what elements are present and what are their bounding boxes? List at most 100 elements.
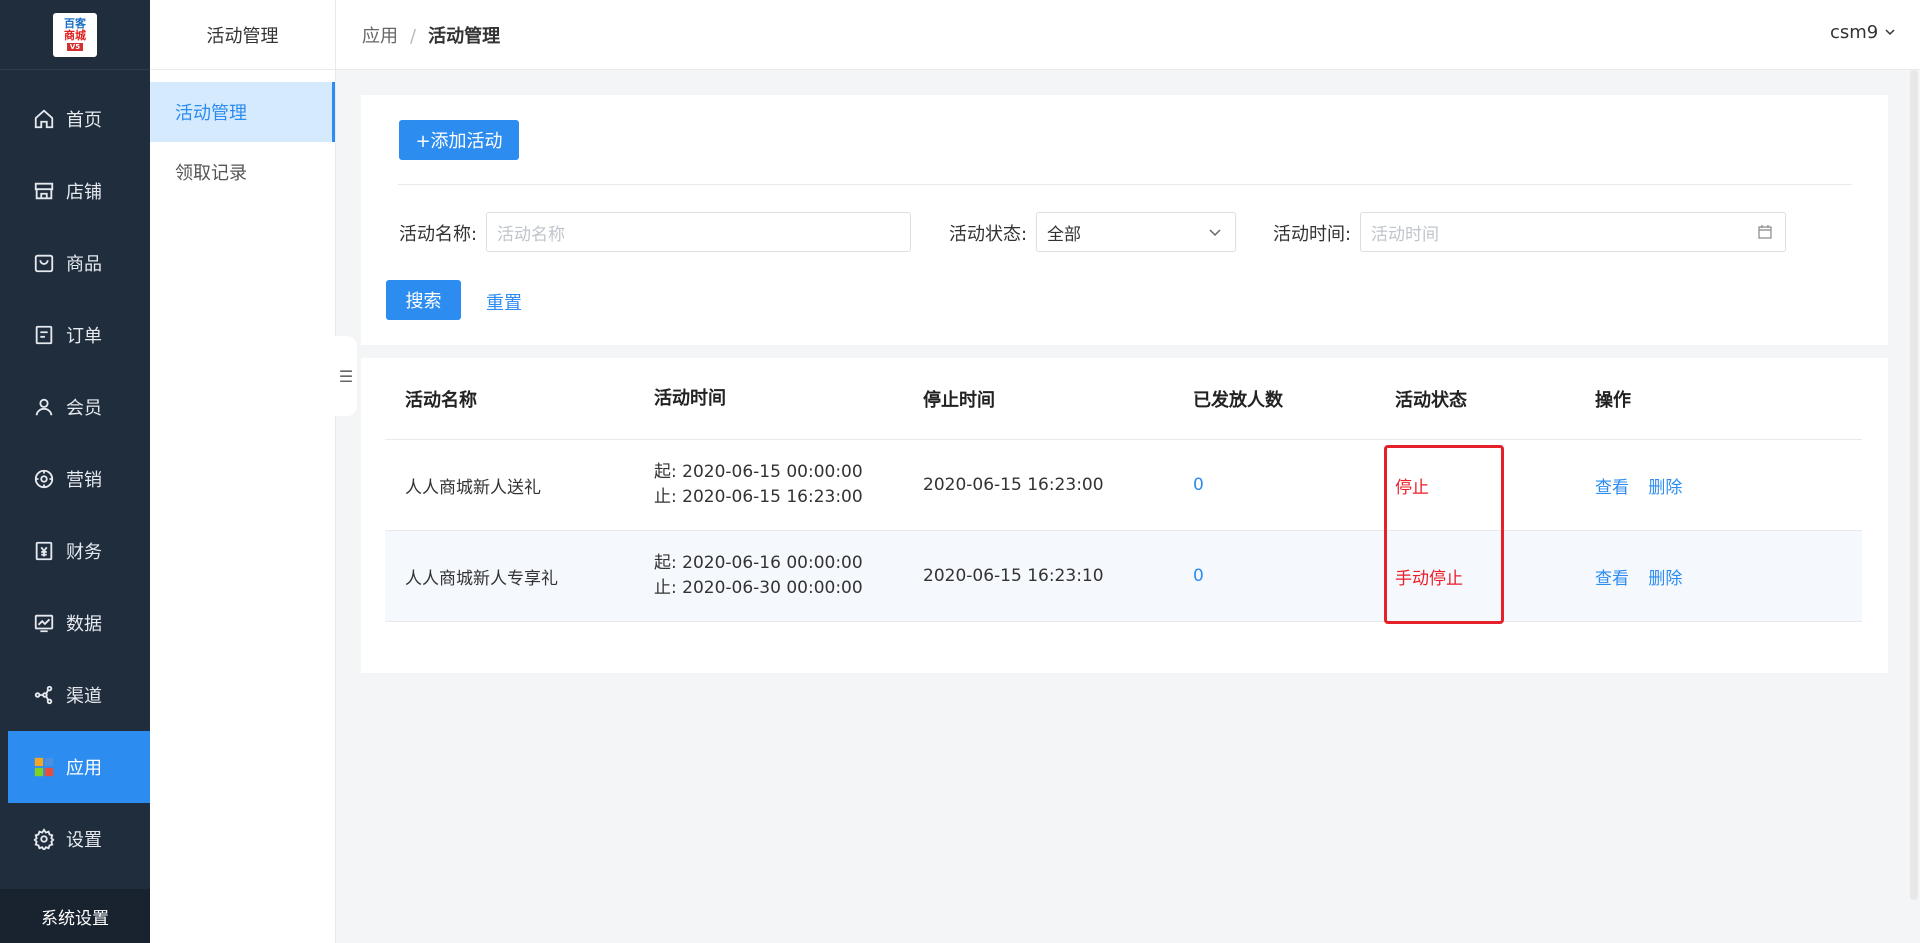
cell-start: 起: 2020-06-15 00:00:00 — [654, 462, 863, 482]
nav-item-settings[interactable]: 设置 — [8, 803, 150, 875]
nav-label: 会员 — [66, 398, 102, 419]
reset-link[interactable]: 重置 — [486, 289, 522, 315]
activity-table: 活动名称 活动时间 停止时间 已发放人数 活动状态 操作 人人商城新人送礼 起:… — [385, 358, 1862, 622]
collapse-sidebar-button[interactable]: ☰ — [335, 336, 357, 416]
header-issued: 已发放人数 — [1193, 389, 1283, 411]
channel-icon — [32, 683, 56, 707]
cell-issued: 0 — [1193, 566, 1204, 586]
main-sidebar: 百客 商城 V5 首页 店铺 商品 订单 会员 营销 财务 数据 渠道 应用 设… — [0, 0, 150, 943]
activity-status-select[interactable]: 全部 — [1036, 212, 1236, 252]
header-stop-time: 停止时间 — [923, 389, 995, 411]
table-header: 活动名称 活动时间 停止时间 已发放人数 活动状态 操作 — [385, 358, 1862, 440]
top-header: 应用 / 活动管理 csm9 — [336, 0, 1920, 70]
user-menu[interactable]: csm9 — [1830, 22, 1896, 43]
time-placeholder: 活动时间 — [1371, 224, 1439, 245]
nav-item-home[interactable]: 首页 — [8, 83, 150, 155]
chevron-down-icon — [1884, 22, 1896, 43]
user-icon — [32, 395, 56, 419]
header-name: 活动名称 — [405, 389, 477, 411]
nav-label: 数据 — [66, 614, 102, 635]
table-row: 人人商城新人专享礼 起: 2020-06-16 00:00:00 止: 2020… — [385, 531, 1862, 622]
cell-name: 人人商城新人专享礼 — [405, 568, 558, 589]
nav-item-goods[interactable]: 商品 — [8, 227, 150, 299]
breadcrumb-separator: / — [410, 25, 417, 47]
cell-actions: 查看 删除 — [1595, 564, 1862, 589]
logo-line2: 商城 — [64, 29, 86, 42]
breadcrumb-item-current: 活动管理 — [428, 25, 501, 47]
search-button[interactable]: 搜索 — [386, 280, 461, 320]
logo-tag: V5 — [66, 43, 84, 51]
marketing-icon — [32, 467, 56, 491]
table-row: 人人商城新人送礼 起: 2020-06-15 00:00:00 止: 2020-… — [385, 440, 1862, 531]
breadcrumb-item-apps[interactable]: 应用 — [362, 26, 398, 47]
page-scrollbar[interactable] — [1910, 70, 1918, 900]
activity-time-picker[interactable]: 活动时间 — [1360, 212, 1786, 252]
system-settings-link[interactable]: 系统设置 — [0, 889, 150, 943]
cell-status: 手动停止 — [1395, 568, 1463, 589]
nav-label: 首页 — [66, 110, 102, 131]
cell-end: 止: 2020-06-15 16:23:00 — [654, 487, 863, 507]
name-filter-label: 活动名称: — [399, 224, 478, 245]
nav-item-store[interactable]: 店铺 — [8, 155, 150, 227]
breadcrumb: 应用 / 活动管理 — [362, 22, 500, 48]
nav-item-finance[interactable]: 财务 — [8, 515, 150, 587]
activity-table-panel: 活动名称 活动时间 停止时间 已发放人数 活动状态 操作 人人商城新人送礼 起:… — [361, 358, 1888, 673]
cell-start: 起: 2020-06-16 00:00:00 — [654, 553, 863, 573]
store-icon — [32, 179, 56, 203]
subnav-item-activity-manage[interactable]: 活动管理 — [150, 82, 335, 142]
finance-icon — [32, 539, 56, 563]
cell-time: 起: 2020-06-15 00:00:00 止: 2020-06-15 16:… — [654, 460, 923, 510]
header-time: 活动时间 — [654, 388, 726, 409]
subnav-item-claim-records[interactable]: 领取记录 — [150, 142, 335, 202]
nav-label: 渠道 — [66, 686, 102, 707]
cell-actions: 查看 删除 — [1595, 473, 1862, 498]
nav-label: 商品 — [66, 254, 102, 275]
nav-label: 设置 — [66, 830, 102, 851]
logo-area: 百客 商城 V5 — [0, 0, 150, 70]
nav-label: 财务 — [66, 542, 102, 563]
bag-icon — [32, 251, 56, 275]
gear-icon — [32, 827, 56, 851]
cell-issued: 0 — [1193, 475, 1204, 495]
nav-label: 订单 — [66, 326, 102, 347]
cell-end: 止: 2020-06-30 00:00:00 — [654, 578, 863, 598]
view-link[interactable]: 查看 — [1595, 478, 1629, 498]
nav-label: 营销 — [66, 470, 102, 491]
nav-item-channel[interactable]: 渠道 — [8, 659, 150, 731]
view-link[interactable]: 查看 — [1595, 569, 1629, 589]
subnav-title: 活动管理 — [150, 0, 335, 70]
chevron-down-icon — [1207, 224, 1223, 240]
home-icon — [32, 107, 56, 131]
chart-icon — [32, 611, 56, 635]
status-filter-label: 活动状态: — [949, 224, 1028, 245]
header-status: 活动状态 — [1395, 389, 1467, 411]
cell-status: 停止 — [1395, 477, 1429, 498]
cell-stop-time: 2020-06-15 16:23:00 — [923, 475, 1104, 495]
nav-item-apps[interactable]: 应用 — [8, 731, 150, 803]
filter-divider — [398, 184, 1852, 185]
nav-item-data[interactable]: 数据 — [8, 587, 150, 659]
header-actions: 操作 — [1595, 389, 1631, 411]
apps-icon — [32, 755, 56, 779]
sub-sidebar: 活动管理 活动管理 领取记录 — [150, 0, 336, 943]
activity-name-input[interactable]: 活动名称 — [486, 212, 911, 252]
time-filter-label: 活动时间: — [1273, 224, 1352, 245]
nav-item-marketing[interactable]: 营销 — [8, 443, 150, 515]
nav-list: 首页 店铺 商品 订单 会员 营销 财务 数据 渠道 应用 设置 — [8, 83, 150, 875]
calendar-icon — [1757, 224, 1773, 240]
username: csm9 — [1830, 22, 1879, 43]
add-activity-button[interactable]: +添加活动 — [399, 120, 519, 160]
nav-item-members[interactable]: 会员 — [8, 371, 150, 443]
order-icon — [32, 323, 56, 347]
nav-label: 应用 — [66, 758, 102, 779]
app-logo[interactable]: 百客 商城 V5 — [53, 12, 97, 57]
cell-stop-time: 2020-06-15 16:23:10 — [923, 566, 1104, 586]
menu-collapse-icon: ☰ — [338, 366, 354, 386]
delete-link[interactable]: 删除 — [1648, 478, 1682, 498]
status-select-value: 全部 — [1047, 224, 1081, 245]
cell-time: 起: 2020-06-16 00:00:00 止: 2020-06-30 00:… — [654, 551, 923, 601]
cell-name: 人人商城新人送礼 — [405, 477, 541, 498]
filter-panel: +添加活动 活动名称: 活动名称 活动状态: 全部 活动时间: 活动时间 搜索 … — [361, 95, 1888, 345]
nav-item-orders[interactable]: 订单 — [8, 299, 150, 371]
delete-link[interactable]: 删除 — [1648, 569, 1682, 589]
